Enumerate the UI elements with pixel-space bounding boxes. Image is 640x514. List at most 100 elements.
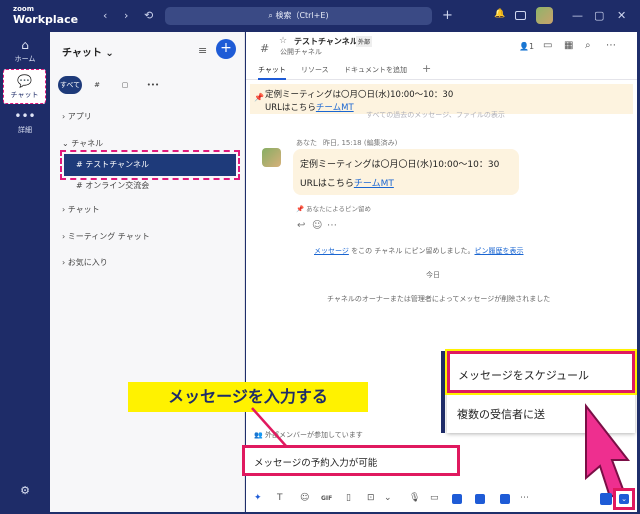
new-plus-icon[interactable]: + — [442, 8, 453, 23]
ai-compose-icon[interactable]: ✦ — [254, 493, 262, 503]
channel-item-test[interactable]: # テストチャンネル — [60, 150, 240, 180]
toolbar-more-icon[interactable]: ⋯ — [520, 493, 529, 503]
format-text-icon[interactable]: T — [277, 493, 283, 503]
more-options-icon[interactable]: ⋯ — [606, 40, 616, 51]
message-line-2: URLはこちらチームMT — [300, 179, 394, 189]
emoji-icon[interactable]: ☺ — [300, 493, 309, 503]
microphone-icon[interactable]: 🎙 — [409, 493, 420, 503]
chevron-down-icon: ⌄ — [619, 494, 629, 504]
rail-more-label: 詳細 — [18, 126, 32, 134]
add-tab-button[interactable]: + — [422, 62, 431, 75]
menu-edge — [441, 351, 445, 433]
search-input[interactable]: ⌕ 検索（Ctrl+E) — [165, 7, 432, 25]
video-message-icon[interactable]: ▭ — [430, 493, 439, 503]
tab-add-document[interactable]: ドキュメントを追加 — [344, 65, 407, 75]
channel-hash-icon: # — [260, 42, 270, 55]
calendar-icon[interactable]: ▦ — [564, 40, 573, 51]
brand-logo: Workplace — [13, 13, 79, 26]
menu-schedule-message[interactable]: メッセージをスケジュール — [445, 349, 637, 395]
filter-channels[interactable]: # — [86, 76, 108, 94]
app-icon-3[interactable] — [500, 494, 510, 504]
channel-item-online[interactable]: # オンライン交流会 — [64, 175, 236, 197]
app-icon-2[interactable] — [475, 494, 485, 504]
filter-all[interactable]: すべて — [58, 76, 82, 94]
section-apps[interactable]: › アプリ — [62, 111, 92, 122]
channel-name[interactable]: テストチャンネル — [294, 36, 358, 47]
chat-list-panel: チャット ⌄ ≡ + すべて # ▢ ••• › アプリ ⌄ チャネル # テス… — [50, 32, 245, 512]
back-icon[interactable]: ‹ — [103, 9, 107, 22]
member-count[interactable]: 👤1 — [519, 42, 534, 51]
tab-chat[interactable]: チャット — [258, 65, 286, 80]
pinned-line-2: URLはこちらチームMT — [265, 103, 354, 113]
pin-history-link[interactable]: ピン履歴を表示 — [474, 247, 523, 255]
pin-icon: 📌 — [254, 93, 264, 102]
more-actions-icon[interactable]: ⋯ — [327, 220, 337, 231]
bell-icon[interactable]: 🔔 — [494, 9, 505, 19]
deleted-notice: チャネルのオーナーまたは管理者によってメッセージが削除されました — [327, 295, 551, 303]
section-meeting-chat[interactable]: › ミーティング チャット — [62, 231, 150, 242]
filter-chats[interactable]: ▢ — [114, 76, 136, 94]
tab-resources[interactable]: リソース — [301, 65, 329, 75]
file-icon[interactable]: ▯ — [346, 493, 351, 503]
external-badge: 外部 — [356, 36, 373, 47]
menu-schedule-label: メッセージをスケジュール — [458, 369, 590, 382]
history-faded-text: すべての過去のメッセージ、ファイルの表示 — [366, 111, 505, 119]
history-icon[interactable]: ⟲ — [144, 9, 153, 22]
message-bubble[interactable]: 定例ミーティングは〇月〇日(水)10:00～10：30 URLはこちらチームMT — [293, 149, 519, 195]
compose-button[interactable]: + — [216, 39, 236, 59]
message-author: あなた — [296, 139, 317, 147]
rail-chat[interactable]: 💬 チャット — [3, 69, 46, 104]
app-icon-1[interactable] — [452, 494, 462, 504]
brand-small: zoom — [13, 5, 34, 13]
tab-bar: チャット リソース ドキュメントを追加 + — [246, 60, 637, 80]
section-channels[interactable]: ⌄ チャネル — [62, 138, 103, 149]
section-chat[interactable]: › チャット — [62, 204, 100, 215]
pin-notice: メッセージ をこの チャネル にピン留めしました。ピン履歴を表示 — [314, 247, 524, 255]
title-bar: zoom Workplace ‹ › ⟲ ⌕ 検索（Ctrl+E) + 🔔 — … — [0, 0, 640, 32]
screenshot-dropdown-icon[interactable]: ⌄ — [384, 493, 392, 503]
filter-icon[interactable]: ≡ — [198, 44, 207, 57]
avatar[interactable] — [536, 7, 553, 24]
section-favorites[interactable]: › お気に入り — [62, 257, 108, 268]
window-icon[interactable] — [515, 11, 526, 20]
rail-more[interactable]: ••• 詳細 — [0, 109, 50, 135]
cursor-arrow-icon — [585, 403, 631, 499]
close-icon[interactable]: ✕ — [617, 9, 626, 22]
left-rail: ⌂ ホーム 💬 チャット ••• 詳細 ⚙ — [0, 32, 50, 514]
pin-note-icon: 📌 — [296, 205, 307, 213]
menu-multi-recipients[interactable]: 複数の受信者に送 — [457, 406, 545, 422]
search-icon[interactable]: ⌕ — [585, 40, 591, 51]
date-divider: 今日 — [426, 271, 440, 279]
instruction-callout: メッセージを入力する — [128, 382, 368, 412]
emoji-reaction-icon[interactable]: ☺ — [312, 220, 322, 231]
pin-note: 📌 あなたによるピン留め — [296, 205, 371, 213]
star-icon[interactable]: ☆ — [279, 36, 287, 46]
more-icon: ••• — [14, 109, 36, 123]
rail-home[interactable]: ⌂ ホーム — [0, 38, 50, 64]
forward-icon[interactable]: › — [124, 9, 128, 22]
send-button[interactable] — [600, 493, 612, 505]
pin-notice-link[interactable]: メッセージ — [314, 247, 349, 255]
maximize-icon[interactable]: ▢ — [594, 9, 604, 22]
rail-home-label: ホーム — [14, 55, 36, 63]
message-input-text: メッセージの予約入力が可能 — [254, 458, 378, 469]
pinned-link[interactable]: チームMT — [316, 103, 354, 113]
message-avatar[interactable] — [262, 148, 281, 167]
search-label: 検索（Ctrl+E) — [275, 11, 329, 20]
video-icon[interactable]: ▭ — [543, 40, 552, 51]
gif-button[interactable]: GIF — [321, 495, 332, 502]
message-line-1: 定例ミーティングは〇月〇日(水)10:00～10：30 — [300, 160, 500, 170]
message-link[interactable]: チームMT — [354, 179, 394, 189]
rail-chat-label: チャット — [10, 91, 39, 99]
settings-icon[interactable]: ⚙ — [0, 484, 50, 497]
channel-type: 公開チャネル — [280, 48, 322, 56]
callout-pointer — [251, 407, 287, 447]
filter-more[interactable]: ••• — [142, 76, 164, 94]
home-icon: ⌂ — [21, 38, 29, 52]
chat-panel-title[interactable]: チャット ⌄ — [62, 44, 114, 59]
reply-icon[interactable]: ↩ — [297, 220, 305, 231]
send-options-dropdown[interactable]: ⌄ — [613, 488, 635, 510]
pinned-line-1: 定例ミーティングは〇月〇日(水)10:00～10：30 — [265, 90, 454, 100]
minimize-icon[interactable]: — — [572, 9, 583, 22]
screenshot-icon[interactable]: ⊡ — [367, 493, 375, 503]
